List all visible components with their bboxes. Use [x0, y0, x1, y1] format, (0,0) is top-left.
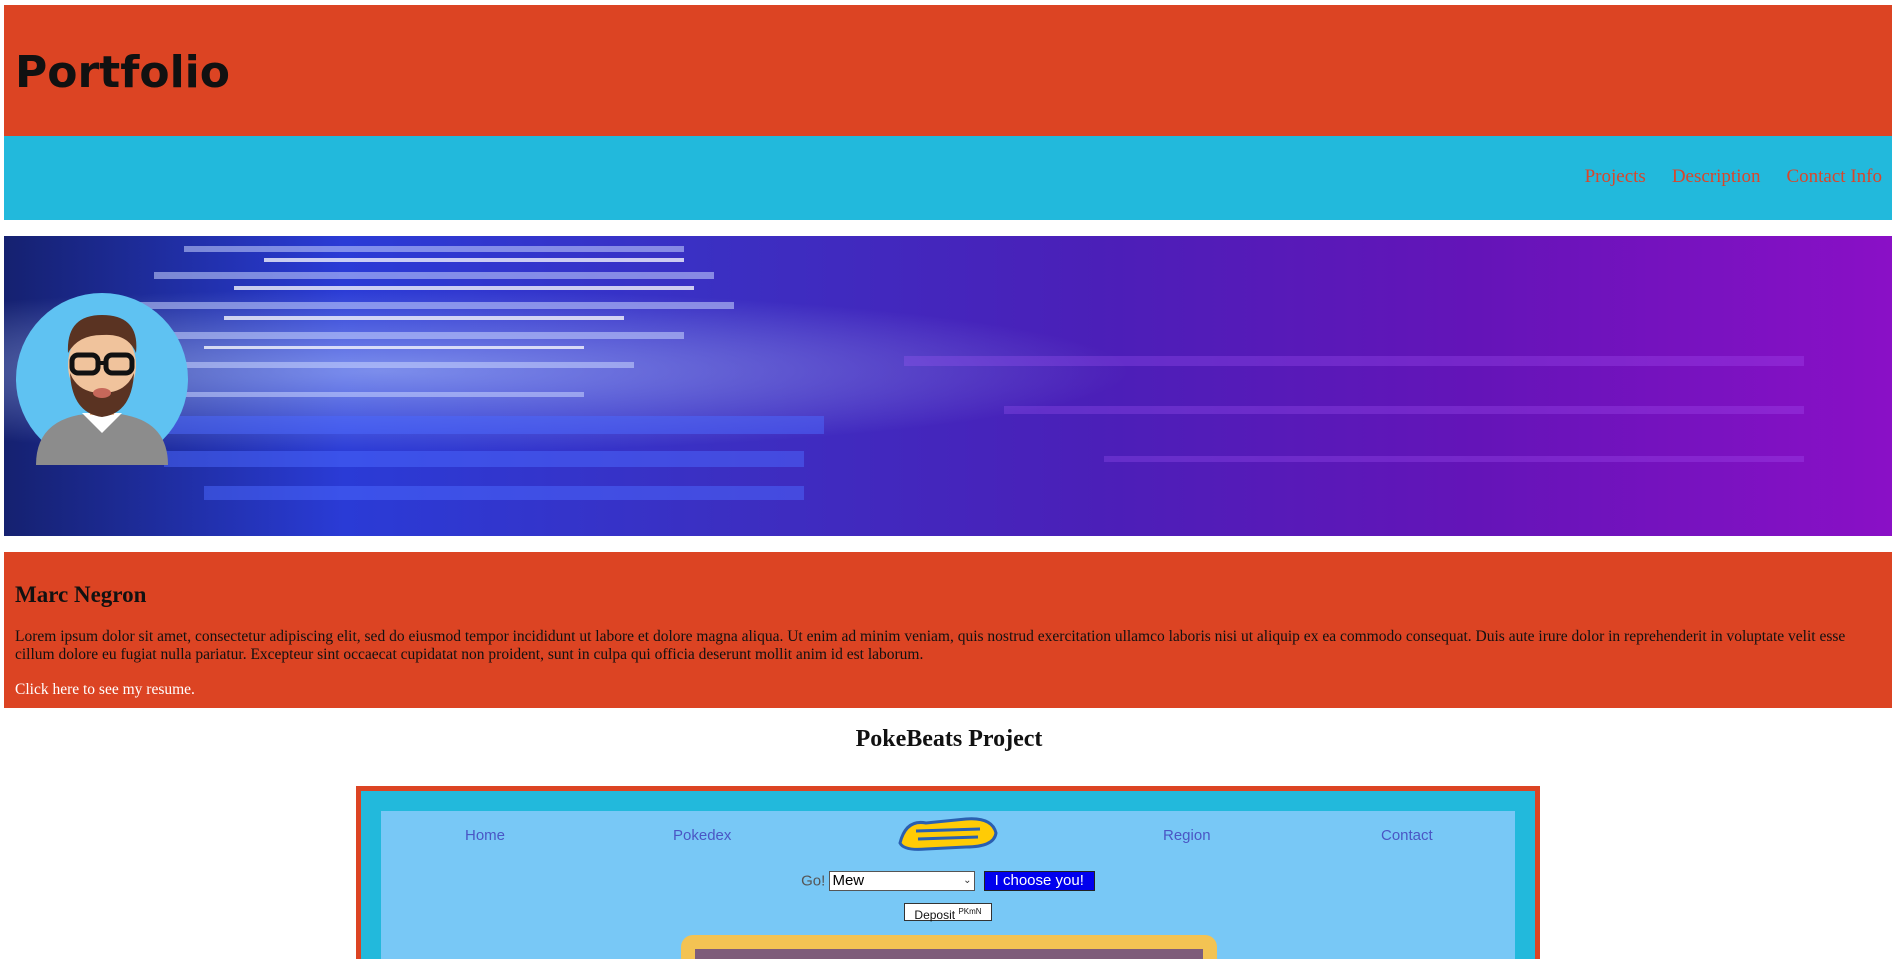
nav-link-contact-info[interactable]: Contact Info: [1786, 166, 1882, 188]
preview-nav-home[interactable]: Home: [465, 827, 505, 844]
avatar-icon: [16, 293, 188, 465]
profile-bio: Lorem ipsum dolor sit amet, consectetur …: [15, 628, 1846, 663]
nav-link-description[interactable]: Description: [1672, 166, 1761, 188]
project-preview: Home Pokedex Region Contact Go! Mew ⌄ I …: [356, 786, 1540, 959]
project-title: PokeBeats Project: [855, 726, 1043, 752]
preview-nav-contact[interactable]: Contact: [1381, 827, 1433, 844]
choose-row: Go! Mew ⌄ I choose you!: [381, 871, 1515, 891]
pokemon-card-image: [695, 949, 1203, 959]
pokemon-select[interactable]: Mew ⌄: [829, 871, 976, 891]
deposit-sup: PKmN: [958, 907, 982, 916]
site-header: Portfolio: [4, 5, 1892, 136]
deposit-label: Deposit: [914, 908, 956, 922]
nav-links: Projects Description Contact Info: [1585, 166, 1882, 188]
chevron-down-icon: ⌄: [963, 875, 972, 886]
project-preview-page: Home Pokedex Region Contact Go! Mew ⌄ I …: [381, 811, 1515, 959]
deposit-button[interactable]: Deposit PKmN: [904, 903, 992, 922]
preview-nav-region[interactable]: Region: [1163, 827, 1211, 844]
about-section: Marc Negron Lorem ipsum dolor sit amet, …: [4, 552, 1892, 708]
code-streaks-image: [104, 246, 1804, 500]
nav-link-projects[interactable]: Projects: [1585, 166, 1646, 188]
hero-banner: [4, 236, 1892, 536]
site-title: Portfolio: [15, 47, 230, 98]
resume-link[interactable]: Click here to see my resume.: [15, 681, 195, 699]
profile-name: Marc Negron: [15, 582, 147, 607]
choose-button[interactable]: I choose you!: [983, 871, 1095, 891]
preview-nav-pokedex[interactable]: Pokedex: [673, 827, 731, 844]
pokemon-logo[interactable]: [896, 813, 1000, 853]
pokemon-select-value: Mew: [832, 872, 865, 889]
pokemon-card: [681, 935, 1217, 959]
go-label: Go!: [801, 872, 826, 890]
main-nav: Projects Description Contact Info: [4, 136, 1892, 220]
